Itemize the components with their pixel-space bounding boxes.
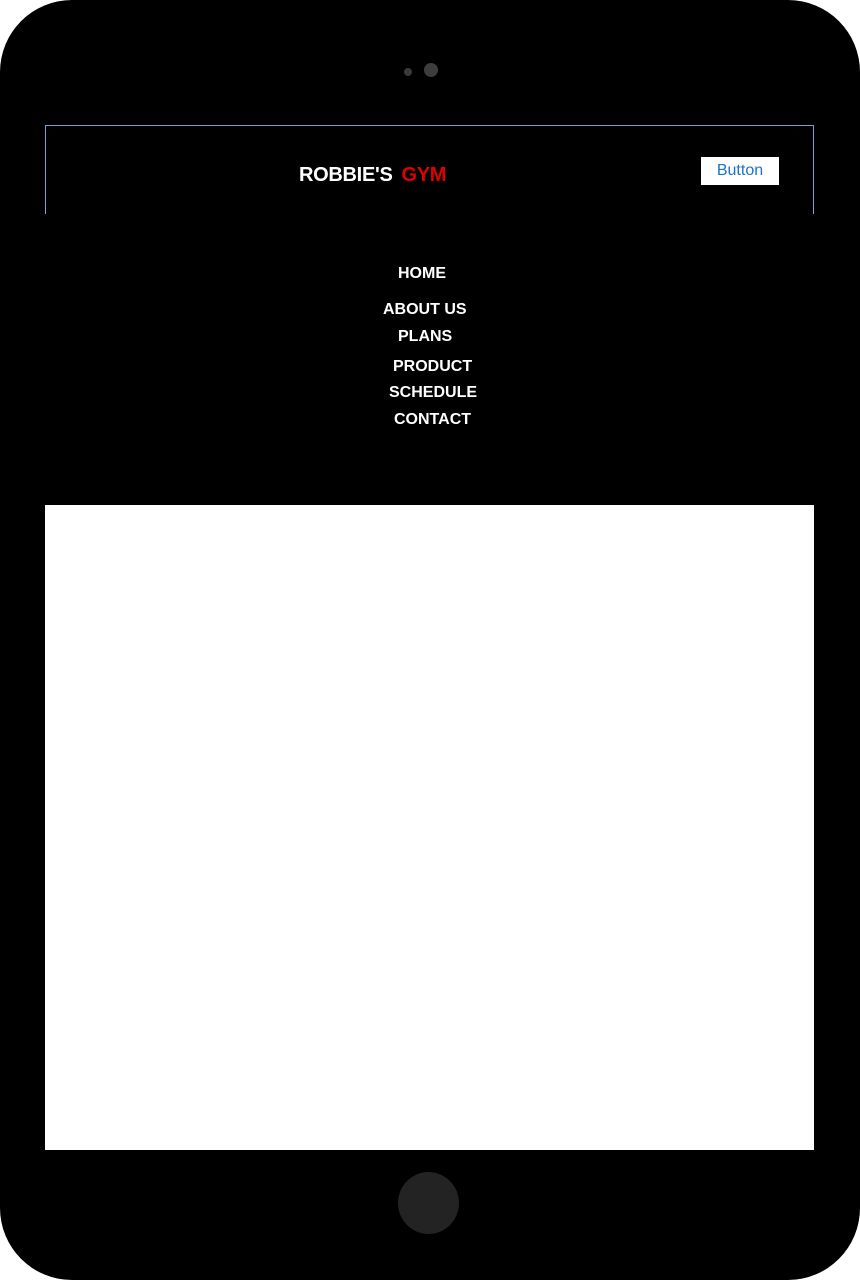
sensor-dot [404,68,412,76]
brand-logo[interactable]: ROBBIE'S GYM [299,163,446,187]
header-button[interactable]: Button [701,157,779,185]
nav-item-schedule[interactable]: SCHEDULE [389,383,477,403]
main-nav: HOME ABOUT US PLANS PRODUCT SCHEDULE CON… [45,214,814,505]
camera-icon [424,63,438,77]
nav-item-contact[interactable]: CONTACT [394,410,471,430]
device-home-button[interactable] [398,1172,459,1234]
nav-item-home[interactable]: HOME [398,264,446,284]
nav-item-product[interactable]: PRODUCT [393,357,472,377]
nav-item-about-us[interactable]: ABOUT US [383,300,467,320]
nav-item-plans[interactable]: PLANS [398,327,452,347]
screen: ROBBIE'S GYM Button HOME ABOUT US PLANS P… [45,125,814,1150]
brand-name: ROBBIE'S [299,164,393,186]
tablet-frame: ROBBIE'S GYM Button HOME ABOUT US PLANS P… [0,0,860,1280]
site-header: ROBBIE'S GYM Button [45,125,814,214]
brand-accent: GYM [401,164,447,186]
